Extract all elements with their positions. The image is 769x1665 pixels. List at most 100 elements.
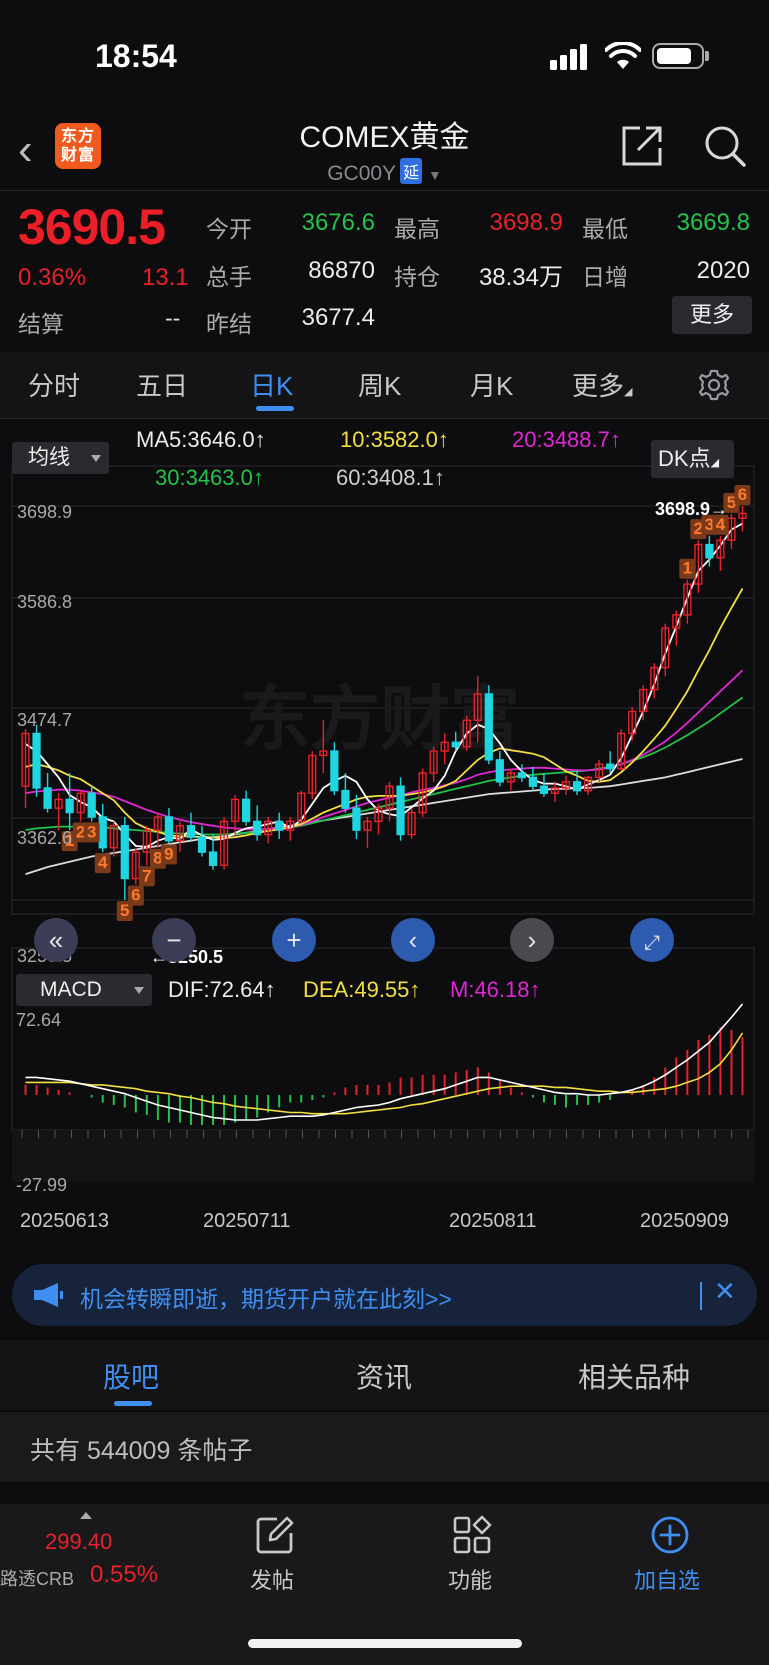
- tab-news[interactable]: 资讯: [356, 1356, 412, 1396]
- td-label: 6: [131, 886, 140, 905]
- contract-code: GC00Y: [327, 162, 397, 185]
- td-label: 7: [142, 866, 151, 885]
- candle-body: [43, 787, 52, 809]
- ma-indicator-select[interactable]: 均线: [12, 442, 109, 474]
- volume-label: 总手: [206, 264, 252, 290]
- macd-select-label: MACD: [40, 978, 102, 1001]
- date-label: 20250711: [203, 1210, 291, 1232]
- macd-panel: [24, 1003, 744, 1126]
- prev-settle-value: 3677.4: [301, 304, 375, 331]
- candle-body: [451, 741, 460, 748]
- gear-icon[interactable]: [697, 368, 731, 402]
- minus-icon: −: [166, 925, 182, 955]
- scroll-right-button[interactable]: ›: [510, 918, 554, 962]
- open-label: 今开: [206, 216, 252, 242]
- kline-chart[interactable]: 东方财富 1 2 345678 912 3 45 6: [0, 418, 769, 1258]
- tab-more[interactable]: 更多◢: [572, 366, 632, 403]
- more-quote-button[interactable]: 更多: [672, 296, 752, 334]
- clock: 18:54: [95, 38, 177, 74]
- tab-related[interactable]: 相关品种: [578, 1356, 690, 1396]
- dea-legend: DEA:49.55↑: [303, 977, 421, 1002]
- add-watchlist-label[interactable]: 加自选: [634, 1563, 700, 1595]
- candle-body: [87, 792, 96, 818]
- m-legend: M:46.18↑: [450, 977, 541, 1002]
- candle-body: [606, 763, 615, 770]
- ma30-legend: 30:3463.0↑: [155, 465, 264, 490]
- date-label: 20250613: [20, 1210, 109, 1232]
- post-label[interactable]: 发帖: [250, 1563, 294, 1595]
- dk-point-button[interactable]: DK点◢: [651, 440, 734, 478]
- candle-body: [528, 776, 538, 787]
- last-price: 3690.5: [18, 199, 166, 255]
- change-amount: 13.1: [142, 264, 189, 291]
- plus-icon: +: [286, 925, 302, 955]
- open-value: 3676.6: [301, 209, 375, 236]
- active-tab-indicator: [256, 406, 294, 411]
- candle-body: [539, 785, 549, 794]
- candle-body: [275, 820, 284, 831]
- crb-index-pct[interactable]: 0.55%: [90, 1561, 158, 1589]
- tab-forum[interactable]: 股吧: [103, 1356, 159, 1396]
- chevron-down-icon: [91, 455, 101, 462]
- ma-select-label: 均线: [28, 446, 70, 469]
- fullscreen-button[interactable]: ⤢: [630, 918, 674, 962]
- posts-count-text: 共有 544009 条帖子: [30, 1437, 253, 1465]
- ma10-legend: 10:3582.0↑: [340, 427, 449, 452]
- td-label: 9: [164, 844, 173, 863]
- add-circle-icon[interactable]: [650, 1515, 690, 1555]
- cellular-signal-icon: [550, 44, 587, 70]
- date-axis-band: [12, 1130, 754, 1182]
- candle-body: [98, 816, 107, 849]
- candle-body: [396, 785, 405, 836]
- search-icon[interactable]: [703, 124, 747, 168]
- change-percent: 0.36%: [18, 264, 87, 291]
- tab-monthly-k[interactable]: 月K: [470, 366, 513, 403]
- ma5-legend: MA5:3646.0↑: [136, 427, 266, 452]
- candle-body: [65, 798, 74, 814]
- tab-weekly-k[interactable]: 周K: [358, 366, 401, 403]
- function-label[interactable]: 功能: [448, 1563, 492, 1595]
- scroll-left-button[interactable]: ‹: [391, 918, 435, 962]
- candle-body: [330, 750, 339, 792]
- low-label: 最低: [582, 216, 628, 242]
- dif-line: [25, 1003, 744, 1121]
- share-icon[interactable]: [620, 124, 664, 168]
- tab-timeshare[interactable]: 分时: [28, 366, 80, 403]
- candle-body: [341, 789, 350, 809]
- y-axis-label: 3698.9: [17, 502, 73, 522]
- close-icon[interactable]: ✕: [714, 1276, 736, 1307]
- y-axis-label: 3362.6: [17, 828, 73, 848]
- zoom-out-far-button[interactable]: «: [34, 918, 78, 962]
- high-value: 3698.9: [489, 209, 563, 236]
- candle-body: [242, 798, 251, 823]
- corner-arrow-icon: ◢: [710, 457, 720, 469]
- active-subtab-indicator: [114, 1401, 152, 1406]
- double-chevron-left-icon: «: [48, 925, 64, 955]
- candle-body: [120, 825, 129, 880]
- td-label: 1: [683, 559, 692, 578]
- crb-index-name[interactable]: 路透CRB: [0, 1565, 74, 1591]
- candle-body: [484, 693, 493, 761]
- settle-label: 结算: [18, 311, 64, 337]
- zoom-out-button[interactable]: −: [152, 918, 196, 962]
- date-label: 20250811: [449, 1210, 537, 1232]
- open-interest-value: 38.34万: [478, 264, 563, 291]
- edit-post-icon[interactable]: [255, 1515, 295, 1555]
- zoom-in-button[interactable]: +: [272, 918, 316, 962]
- candle-body: [517, 772, 526, 779]
- tab-five-day[interactable]: 五日: [136, 366, 188, 403]
- apps-grid-icon[interactable]: [452, 1515, 492, 1555]
- crb-index-value[interactable]: 299.40: [45, 1529, 112, 1555]
- sub-indicator-select[interactable]: MACD: [16, 974, 152, 1006]
- banner-text[interactable]: 机会转瞬即逝，期货开户就在此刻>>: [80, 1280, 452, 1314]
- chevron-left-icon: ‹: [408, 925, 418, 955]
- period-tabs: 分时 五日 日K 周K 月K 更多◢: [0, 352, 769, 418]
- tab-daily-k[interactable]: 日K: [250, 366, 293, 403]
- candle-body: [705, 543, 714, 559]
- corner-arrow-icon: ◢: [624, 386, 633, 398]
- open-interest-label: 持仓: [394, 264, 440, 290]
- wifi-icon: [605, 42, 641, 69]
- ma60-legend: 60:3408.1↑: [336, 465, 445, 490]
- chevron-down-icon: ▼: [427, 167, 442, 183]
- volume-value: 86870: [308, 257, 375, 284]
